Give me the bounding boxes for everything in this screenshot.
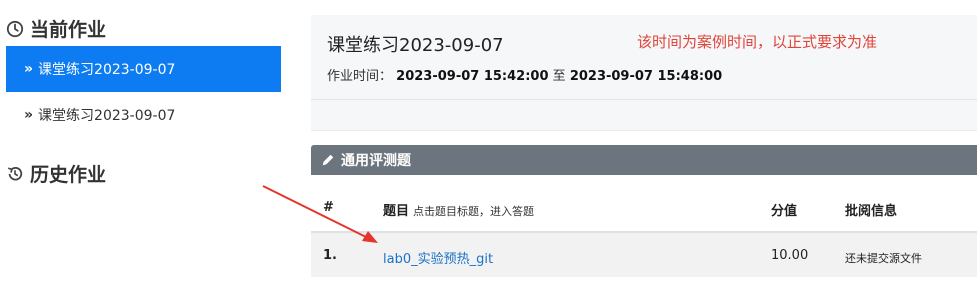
row-number: 1.: [323, 248, 337, 263]
table-header: # 题目 点击题目标题，进入答题 分值 批阅信息: [311, 186, 977, 233]
end-time: 2023-09-07 15:48:00: [569, 69, 723, 84]
divider: [311, 99, 977, 100]
column-header-num: #: [323, 200, 334, 215]
time-label: 作业时间：: [327, 69, 393, 84]
panel-title: 通用评测题: [341, 153, 411, 169]
assignment-card: 课堂练习2023-09-07 该时间为案例时间，以正式要求为准 作业时间： 20…: [311, 15, 977, 131]
history-assignments-title: 历史作业: [30, 164, 107, 186]
questions-table: # 题目 点击题目标题，进入答题 分值 批阅信息 1. lab0_实验预热_git…: [311, 186, 977, 277]
time-disclaimer-note: 该时间为案例时间，以正式要求为准: [637, 33, 878, 51]
pencil-icon: [322, 154, 334, 166]
current-assignments-header: 当前作业: [6, 15, 106, 42]
sidebar: 当前作业 » 课堂练习2023-09-07 » 课堂练习2023-09-07 历…: [0, 0, 290, 286]
review-status: 还未提交源文件: [845, 252, 922, 265]
chevrons-right-icon: »: [24, 61, 34, 77]
table-row: 1. lab0_实验预热_git 10.00 还未提交源文件: [311, 233, 977, 277]
assignment-title: 课堂练习2023-09-07: [327, 35, 504, 56]
time-separator: 至: [552, 69, 566, 84]
column-header-title-hint: 点击题目标题，进入答题: [413, 205, 535, 218]
general-test-panel-header: 通用评测题: [311, 145, 977, 175]
clock-icon: [6, 20, 24, 37]
question-score: 10.00: [771, 248, 809, 263]
question-title-link[interactable]: lab0_实验预热_git: [383, 248, 493, 267]
current-assignments-title: 当前作业: [30, 19, 107, 41]
column-header-title-label: 题目: [383, 204, 410, 219]
column-header-title: 题目 点击题目标题，进入答题: [383, 200, 534, 219]
column-header-review: 批阅信息: [845, 204, 898, 219]
history-icon: [7, 166, 23, 180]
sidebar-item-label: 课堂练习2023-09-07: [38, 108, 176, 124]
assignment-time: 作业时间： 2023-09-07 15:42:00 至 2023-09-07 1…: [327, 65, 722, 84]
chevrons-right-icon: »: [24, 107, 34, 123]
sidebar-item-label: 课堂练习2023-09-07: [38, 62, 176, 78]
start-time: 2023-09-07 15:42:00: [396, 69, 549, 84]
sidebar-item-current-exercise[interactable]: » 课堂练习2023-09-07: [6, 46, 281, 92]
column-header-score: 分值: [771, 204, 798, 219]
history-assignments-header: 历史作业: [6, 160, 106, 187]
sidebar-item-exercise[interactable]: » 课堂练习2023-09-07: [6, 92, 281, 138]
